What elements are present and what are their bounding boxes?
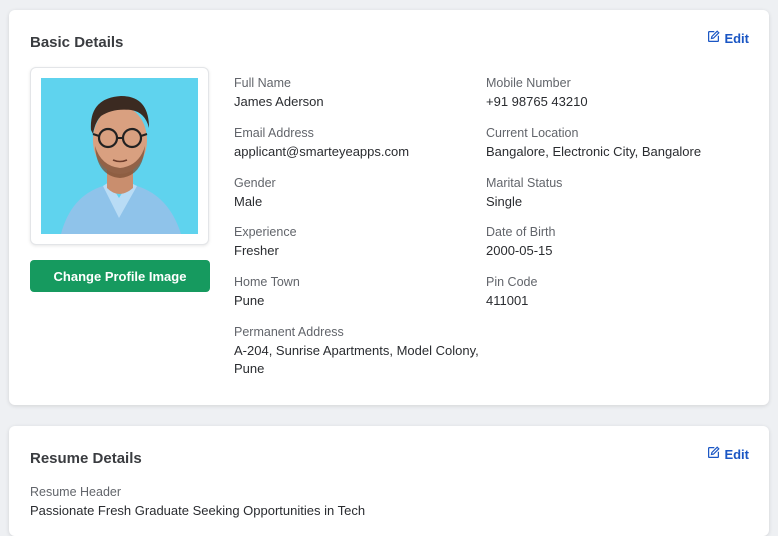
field-label: Pin Code bbox=[486, 275, 538, 289]
change-profile-image-button[interactable]: Change Profile Image bbox=[30, 260, 210, 292]
resume-details-title: Resume Details bbox=[30, 450, 142, 467]
field-mobile-number: Mobile Number +91 98765 43210 bbox=[486, 75, 736, 111]
basic-details-title: Basic Details bbox=[30, 34, 124, 51]
edit-label: Edit bbox=[724, 30, 749, 46]
field-label: Current Location bbox=[486, 126, 579, 140]
basic-details-card: Basic Details Edit Change Profile Image … bbox=[9, 10, 769, 405]
field-value: 2000-05-15 bbox=[486, 243, 553, 258]
field-full-name: Full Name James Aderson bbox=[234, 75, 484, 111]
field-label: Home Town bbox=[234, 275, 300, 289]
field-label: Resume Header bbox=[30, 485, 122, 499]
field-value: Fresher bbox=[234, 243, 279, 258]
field-permanent-address: Permanent Address A-204, Sunrise Apartme… bbox=[234, 324, 479, 378]
field-label: Mobile Number bbox=[486, 76, 571, 90]
field-value: applicant@smarteyeapps.com bbox=[234, 144, 410, 159]
field-value: +91 98765 43210 bbox=[486, 94, 588, 109]
field-value: Male bbox=[234, 194, 263, 209]
field-value: 411001 bbox=[486, 293, 529, 308]
resume-details-edit-button[interactable]: Edit bbox=[707, 446, 749, 462]
field-value: James Aderson bbox=[234, 94, 324, 109]
field-current-location: Current Location Bangalore, Electronic C… bbox=[486, 125, 756, 161]
field-email-address: Email Address applicant@smarteyeapps.com bbox=[234, 125, 484, 161]
field-resume-header: Resume Header Passionate Fresh Graduate … bbox=[30, 484, 630, 520]
field-label: Date of Birth bbox=[486, 225, 556, 239]
field-value: Pune bbox=[234, 293, 265, 308]
field-label: Gender bbox=[234, 176, 276, 190]
field-pin-code: Pin Code 411001 bbox=[486, 274, 736, 310]
field-label: Email Address bbox=[234, 126, 314, 140]
basic-details-edit-button[interactable]: Edit bbox=[707, 30, 749, 46]
field-home-town: Home Town Pune bbox=[234, 274, 484, 310]
field-label: Marital Status bbox=[486, 176, 563, 190]
profile-photo bbox=[41, 78, 198, 234]
field-value: Passionate Fresh Graduate Seeking Opport… bbox=[30, 503, 366, 518]
edit-label: Edit bbox=[724, 446, 749, 462]
field-label: Full Name bbox=[234, 76, 291, 90]
field-marital-status: Marital Status Single bbox=[486, 175, 736, 211]
resume-details-card: Resume Details Edit Resume Header Passio… bbox=[9, 426, 769, 536]
field-value: Single bbox=[486, 194, 523, 209]
field-date-of-birth: Date of Birth 2000-05-15 bbox=[486, 224, 736, 260]
edit-icon bbox=[707, 30, 721, 46]
field-label: Permanent Address bbox=[234, 325, 344, 339]
profile-photo-frame bbox=[30, 67, 209, 245]
field-gender: Gender Male bbox=[234, 175, 484, 211]
field-value: A-204, Sunrise Apartments, Model Colony,… bbox=[234, 343, 479, 376]
field-experience: Experience Fresher bbox=[234, 224, 484, 260]
field-label: Experience bbox=[234, 225, 297, 239]
edit-icon bbox=[707, 446, 721, 462]
field-value: Bangalore, Electronic City, Bangalore bbox=[486, 144, 702, 159]
